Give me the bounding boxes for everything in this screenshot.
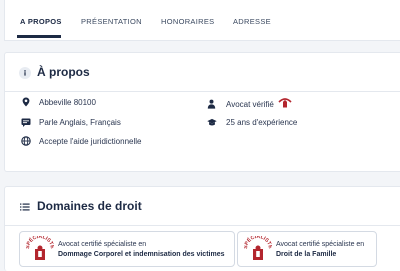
languages-text: Parle Anglais, Français — [39, 117, 121, 127]
legal-aid-text: Accepte l'aide juridictionnelle — [39, 136, 142, 146]
location-text: Abbeville 80100 — [39, 97, 96, 107]
tab-presentation[interactable]: PRÉSENTATION — [81, 17, 142, 26]
domains-title: Domaines de droit — [37, 199, 142, 213]
verified-person-icon — [207, 99, 217, 109]
verified-text: Avocat vérifié — [226, 99, 274, 109]
tab-honoraires[interactable]: HONORAIRES — [161, 17, 214, 26]
location-row: Abbeville 80100 — [21, 97, 96, 107]
list-icon — [19, 201, 31, 213]
about-header: À propos — [5, 53, 400, 92]
active-tab-indicator — [17, 35, 61, 38]
about-card: À propos Abbeville 80100 Parle Anglais, … — [4, 52, 400, 172]
specialty-line1: Avocat certifié spécialiste en — [58, 241, 147, 248]
about-title: À propos — [37, 65, 90, 79]
specialty-card[interactable]: SPÉCIALISTE Avocat certifié spécialiste … — [237, 231, 377, 267]
experience-row: 25 ans d'expérience — [207, 117, 297, 127]
location-pin-icon — [21, 97, 31, 107]
specialist-seal-icon: SPÉCIALISTE — [243, 234, 273, 267]
experience-text: 25 ans d'expérience — [226, 117, 298, 127]
tab-bar: A PROPOS PRÉSENTATION HONORAIRES ADRESSE — [4, 0, 400, 41]
domains-card: Domaines de droit SPÉCIALISTE Avocat cer… — [4, 186, 400, 271]
verified-seal-icon — [278, 97, 292, 111]
speech-bubble-icon — [21, 117, 31, 127]
legal-aid-row: Accepte l'aide juridictionnelle — [21, 136, 141, 146]
tab-adresse[interactable]: ADRESSE — [233, 17, 271, 26]
specialty-card[interactable]: SPÉCIALISTE Avocat certifié spécialiste … — [19, 231, 235, 267]
specialty-name: Droit de la Famille — [276, 251, 337, 258]
languages-row: Parle Anglais, Français — [21, 117, 121, 127]
specialty-line1: Avocat certifié spécialiste en — [276, 241, 365, 248]
tab-a-propos[interactable]: A PROPOS — [20, 17, 62, 26]
specialist-seal-icon: SPÉCIALISTE — [25, 234, 55, 267]
graduation-cap-icon — [207, 117, 217, 127]
globe-icon — [21, 136, 31, 146]
domains-header: Domaines de droit — [5, 187, 400, 226]
info-icon — [19, 67, 31, 79]
specialty-name: Dommage Corporel et indemnisation des vi… — [58, 251, 225, 258]
verified-row: Avocat vérifié — [207, 97, 292, 111]
